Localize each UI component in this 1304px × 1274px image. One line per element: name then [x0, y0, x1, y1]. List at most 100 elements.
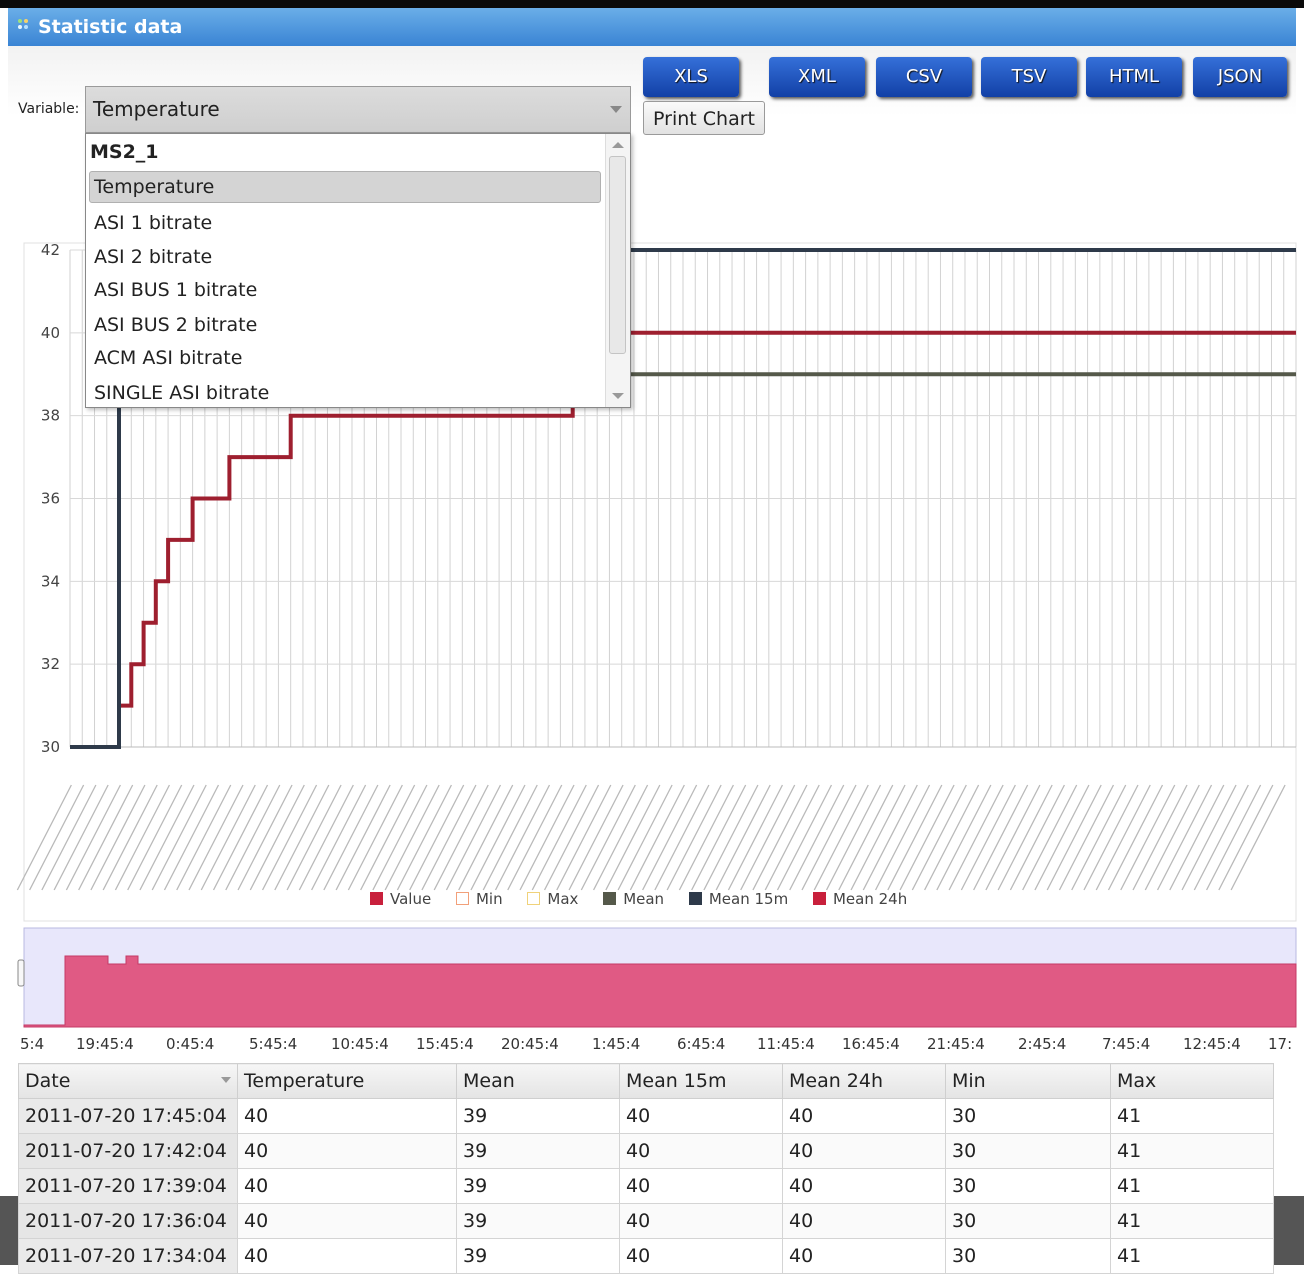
scroll-up-icon[interactable] [612, 142, 624, 148]
option-single-asi-bitrate[interactable]: SINGLE ASI bitrate [94, 382, 269, 404]
y-tick-label: 34 [41, 572, 60, 590]
navigator[interactable] [17, 927, 1297, 1028]
navigator-label: 5:4 [20, 1035, 45, 1053]
cell-temperature: 40 [237, 1098, 457, 1134]
navigator-label: 21:45:4 [927, 1035, 985, 1053]
cell-mean-15m: 40 [619, 1098, 783, 1134]
navigator-label: 19:45:4 [76, 1035, 134, 1053]
y-tick-label: 30 [41, 738, 60, 756]
cell-mean-15m: 40 [619, 1203, 783, 1239]
cell-mean: 39 [456, 1098, 620, 1134]
cell-max: 41 [1110, 1168, 1274, 1204]
y-tick-label: 32 [41, 655, 60, 673]
scroll-down-icon[interactable] [612, 393, 624, 399]
cell-mean-24h: 40 [782, 1168, 946, 1204]
legend-swatch [370, 892, 383, 905]
table-row[interactable]: 2011-07-20 17:36:04 40 39 40 40 30 41 [18, 1203, 1274, 1239]
navigator-label: 12:45:4 [1183, 1035, 1241, 1053]
navigator-label: 1:45:4 [592, 1035, 641, 1053]
column-header-label: Date [25, 1070, 71, 1092]
legend-item[interactable]: Max [527, 890, 578, 908]
sort-desc-icon[interactable] [221, 1077, 231, 1083]
table-row[interactable]: 2011-07-20 17:39:04 40 39 40 40 30 41 [18, 1168, 1274, 1204]
column-header-label: Mean [463, 1070, 515, 1092]
navigator-label: 7:45:4 [1102, 1035, 1151, 1053]
option-asi-1-bitrate[interactable]: ASI 1 bitrate [94, 212, 212, 234]
column-header-mean[interactable]: Mean [456, 1063, 620, 1099]
y-tick-label: 42 [41, 241, 60, 259]
legend-swatch [688, 892, 702, 905]
navigator-label: 5:45:4 [249, 1035, 298, 1053]
option-asi-bus-2-bitrate[interactable]: ASI BUS 2 bitrate [94, 314, 257, 336]
legend-item[interactable]: Mean 15m [688, 890, 788, 908]
cell-temperature: 40 [237, 1133, 457, 1169]
column-header-label: Temperature [244, 1070, 365, 1092]
cell-min: 30 [945, 1238, 1111, 1274]
legend-label: Value [390, 890, 432, 908]
cell-mean-15m: 40 [619, 1238, 783, 1274]
column-header-mean-24h[interactable]: Mean 24h [782, 1063, 946, 1099]
cell-mean: 39 [456, 1133, 620, 1169]
cell-mean-24h: 40 [782, 1098, 946, 1134]
cell-mean-15m: 40 [619, 1133, 783, 1169]
dropdown-scrollbar[interactable] [605, 134, 630, 407]
navigator-handle[interactable] [17, 959, 25, 987]
navigator-label: 16:45:4 [842, 1035, 900, 1053]
legend-item[interactable]: Mean [603, 890, 664, 908]
cell-mean-24h: 40 [782, 1203, 946, 1239]
cell-date: 2011-07-20 17:34:04 [18, 1238, 238, 1274]
table-row[interactable]: 2011-07-20 17:34:04 40 39 40 40 30 41 [18, 1238, 1274, 1274]
scroll-thumb[interactable] [609, 156, 626, 354]
chart-legend: Value Min Max Mean Mean 15m Mean 24h [370, 890, 927, 910]
table-row[interactable]: 2011-07-20 17:42:04 40 39 40 40 30 41 [18, 1133, 1274, 1169]
navigator-series [23, 955, 1297, 1028]
navigator-label: 15:45:4 [416, 1035, 474, 1053]
option-group-label: MS2_1 [90, 141, 159, 163]
legend-item[interactable]: Value [370, 890, 431, 908]
legend-item[interactable]: Mean 24h [812, 890, 908, 908]
column-header-max[interactable]: Max [1110, 1063, 1274, 1099]
column-header-min[interactable]: Min [945, 1063, 1111, 1099]
option-acm-asi-bitrate[interactable]: ACM ASI bitrate [94, 347, 242, 369]
option-temperature[interactable]: Temperature [89, 171, 601, 203]
column-header-date[interactable]: Date [18, 1063, 238, 1099]
legend-label: Mean 24h [832, 890, 908, 908]
cell-max: 41 [1110, 1203, 1274, 1239]
cell-temperature: 40 [237, 1168, 457, 1204]
legend-item[interactable]: Min [455, 890, 503, 908]
cell-mean: 39 [456, 1168, 620, 1204]
navigator-label: 6:45:4 [677, 1035, 726, 1053]
navigator-label: 11:45:4 [757, 1035, 815, 1053]
option-asi-2-bitrate[interactable]: ASI 2 bitrate [94, 246, 212, 268]
variable-dropdown-list[interactable]: MS2_1 Temperature ASI 1 bitrate ASI 2 bi… [85, 133, 631, 408]
table-row[interactable]: 2011-07-20 17:45:04 40 39 40 40 30 41 [18, 1098, 1274, 1134]
table-header-row: Date Temperature Mean Mean 15m Mean 24h … [18, 1063, 1274, 1099]
cell-min: 30 [945, 1203, 1111, 1239]
legend-swatch [455, 892, 469, 905]
cell-mean-24h: 40 [782, 1133, 946, 1169]
cell-max: 41 [1110, 1098, 1274, 1134]
column-header-label: Max [1117, 1070, 1157, 1092]
column-header-mean-15m[interactable]: Mean 15m [619, 1063, 783, 1099]
y-tick-label: 38 [41, 407, 60, 425]
cell-mean: 39 [456, 1238, 620, 1274]
y-tick-label: 36 [41, 490, 60, 508]
cell-min: 30 [945, 1098, 1111, 1134]
cell-date: 2011-07-20 17:45:04 [18, 1098, 238, 1134]
column-header-label: Mean 24h [789, 1070, 884, 1092]
screen-bottom-edge [0, 1196, 18, 1265]
cell-mean: 39 [456, 1203, 620, 1239]
legend-swatch [603, 892, 617, 905]
cell-min: 30 [945, 1133, 1111, 1169]
y-tick-label: 40 [41, 324, 60, 342]
cell-min: 30 [945, 1168, 1111, 1204]
option-asi-bus-1-bitrate[interactable]: ASI BUS 1 bitrate [94, 279, 257, 301]
legend-label: Mean [623, 890, 665, 908]
column-header-label: Mean 15m [626, 1070, 727, 1092]
column-header-temperature[interactable]: Temperature [237, 1063, 457, 1099]
cell-date: 2011-07-20 17:42:04 [18, 1133, 238, 1169]
cell-date: 2011-07-20 17:39:04 [18, 1168, 238, 1204]
navigator-label: 0:45:4 [166, 1035, 215, 1053]
navigator-label: 17: [1268, 1035, 1293, 1053]
statistics-table: Date Temperature Mean Mean 15m Mean 24h … [18, 1063, 1274, 1274]
